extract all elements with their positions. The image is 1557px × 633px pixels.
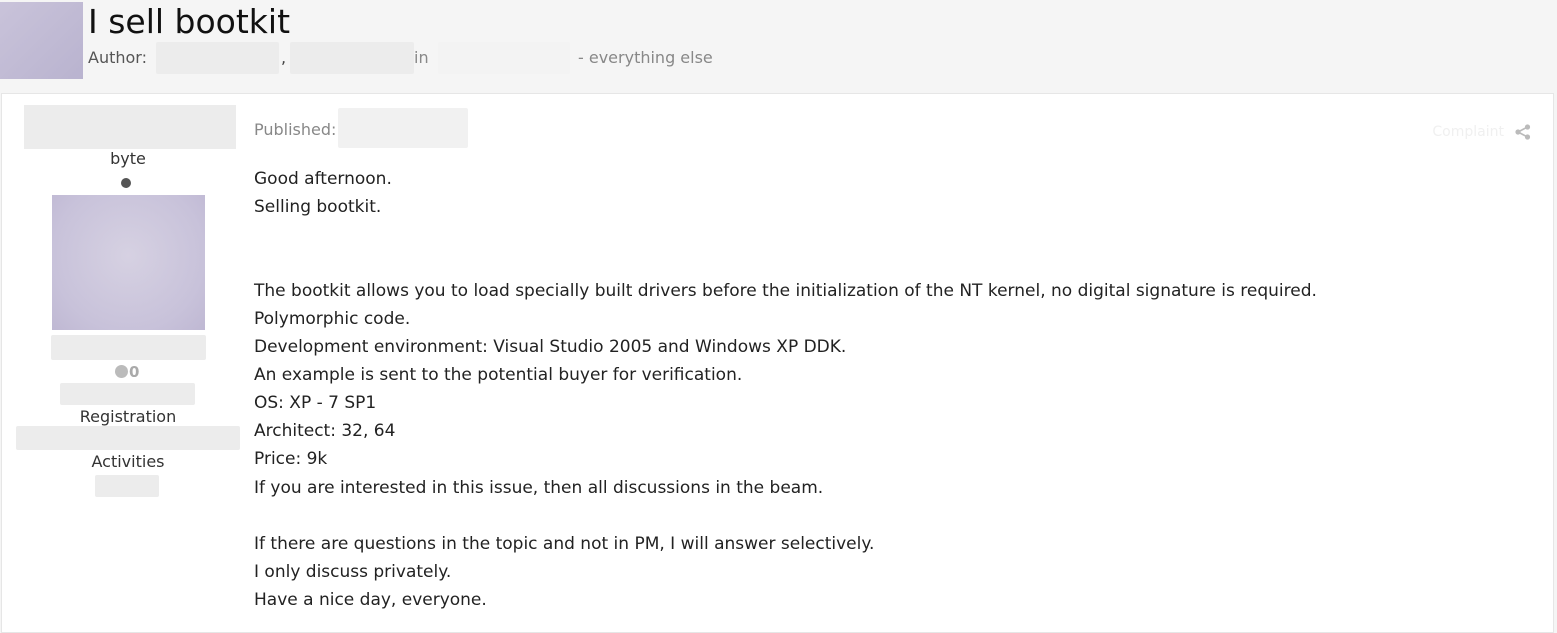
post-line-private: I only discuss privately. bbox=[254, 562, 452, 582]
published-label: Published: bbox=[254, 120, 337, 139]
post-line-price: Price: 9k bbox=[254, 449, 328, 469]
post-line-selling: Selling bootkit. bbox=[254, 197, 382, 217]
post-line-description: The bootkit allows you to load specially… bbox=[254, 281, 1317, 301]
author-name-redacted[interactable] bbox=[156, 42, 279, 74]
registration-label: Registration bbox=[79, 407, 177, 426]
author-group-redacted bbox=[51, 335, 206, 360]
registration-date-redacted bbox=[16, 426, 240, 450]
topic-header: I sell bootkit Author: , in - everything… bbox=[0, 0, 1557, 92]
author-photo[interactable] bbox=[52, 195, 205, 330]
post-line-polymorphic: Polymorphic code. bbox=[254, 309, 411, 329]
published-date-redacted bbox=[338, 108, 468, 148]
coauthor-name-redacted[interactable] bbox=[290, 42, 414, 74]
in-label: in bbox=[414, 48, 429, 67]
reputation-badge: 0 bbox=[115, 362, 139, 382]
reputation-count: 0 bbox=[129, 363, 140, 381]
reputation-icon bbox=[115, 365, 128, 378]
post-card: byte 0 Registration Activities Published… bbox=[1, 93, 1554, 633]
topic-author-avatar[interactable] bbox=[0, 2, 83, 79]
post-line-os: OS: XP - 7 SP1 bbox=[254, 393, 377, 413]
forum-link-redacted[interactable] bbox=[438, 42, 570, 74]
forum-name-suffix: - everything else bbox=[578, 48, 713, 67]
topic-title: I sell bootkit bbox=[88, 2, 291, 41]
post-line-example: An example is sent to the potential buye… bbox=[254, 365, 743, 385]
post-count-redacted bbox=[60, 383, 195, 405]
author-label: Author: bbox=[88, 48, 147, 67]
post-line-architecture: Architect: 32, 64 bbox=[254, 421, 396, 441]
post-line-farewell: Have a nice day, everyone. bbox=[254, 590, 487, 610]
author-rank: byte bbox=[110, 149, 146, 168]
post-line-questions: If there are questions in the topic and … bbox=[254, 534, 875, 554]
online-status-icon bbox=[121, 178, 131, 188]
complaint-link[interactable]: Complaint bbox=[1432, 122, 1504, 142]
post-line-greeting: Good afternoon. bbox=[254, 169, 392, 189]
activities-value-redacted bbox=[95, 475, 159, 497]
author-separator: , bbox=[281, 48, 287, 67]
post-body: Published: Complaint Good afternoon. Sel… bbox=[254, 94, 1544, 620]
activities-label: Activities bbox=[91, 452, 165, 471]
post-line-dev-env: Development environment: Visual Studio 2… bbox=[254, 337, 847, 357]
author-username-redacted[interactable] bbox=[24, 105, 236, 149]
post-line-interest: If you are interested in this issue, the… bbox=[254, 478, 824, 498]
share-icon[interactable] bbox=[1514, 124, 1532, 140]
author-panel: byte 0 Registration Activities bbox=[12, 94, 242, 620]
